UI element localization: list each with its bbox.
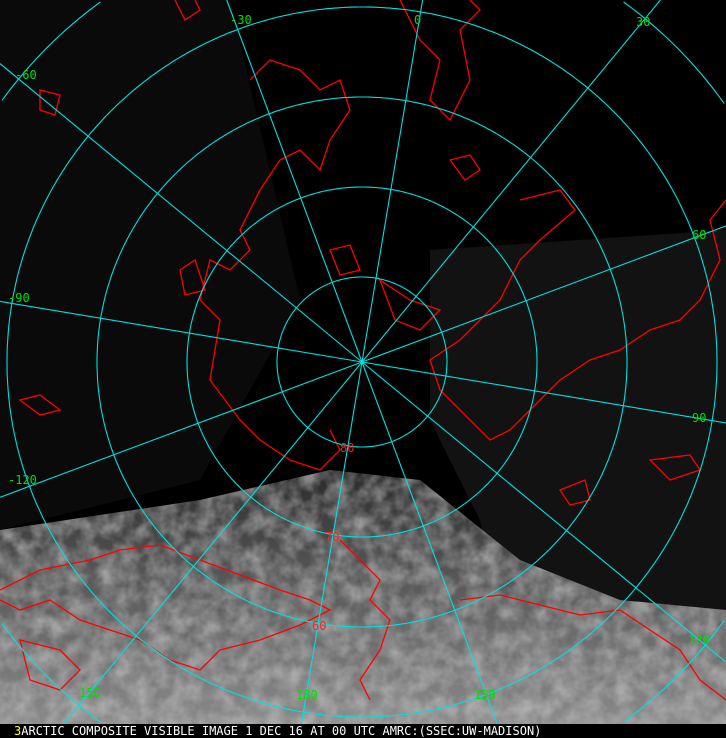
longitude-label: 0: [414, 13, 421, 27]
longitude-label: 30: [636, 15, 650, 29]
satellite-image: 80 70 60 -30 0 30 -60 60 -90 90 -120 120 -150 180 150 …: [0, 0, 726, 738]
longitude-label: -150: [72, 686, 101, 700]
latitude-label: 80: [340, 441, 354, 455]
longitude-label: -60: [15, 68, 37, 82]
polar-map: 80 70 60 -30 0 30 -60 60 -90 90 -120 120 -150 180 150: [0, 0, 726, 724]
longitude-label: -30: [230, 13, 252, 27]
longitude-label: 120: [688, 633, 710, 647]
longitude-label: -90: [8, 291, 30, 305]
frame-number: 3: [14, 724, 22, 738]
longitude-label: -120: [8, 473, 37, 487]
latitude-label: 70: [325, 530, 339, 544]
longitude-label: 150: [474, 688, 496, 702]
latitude-label: 60: [312, 619, 326, 633]
caption-text: ARCTIC COMPOSITE VISIBLE IMAGE 1 DEC 16 …: [21, 724, 542, 738]
caption-bar: 3ARCTIC COMPOSITE VISIBLE IMAGE 1 DEC 16…: [0, 724, 726, 738]
dark-swath: [0, 0, 300, 530]
longitude-label: 180: [296, 688, 318, 702]
meridian-line: [361, 0, 424, 363]
longitude-label: 60: [692, 228, 706, 242]
longitude-label: 90: [692, 411, 706, 425]
